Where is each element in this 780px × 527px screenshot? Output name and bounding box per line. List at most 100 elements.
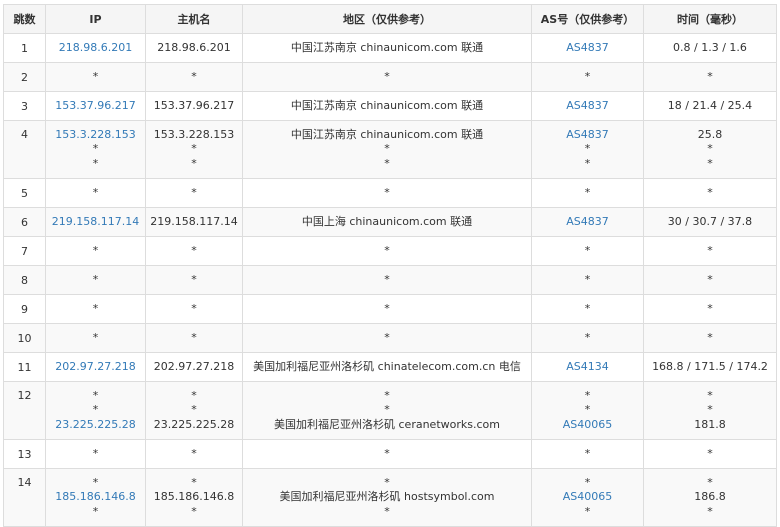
table-row: 10 * * * * *	[3, 323, 777, 353]
region-lines: *	[243, 302, 531, 316]
time-cell: *	[643, 265, 777, 295]
ip-cell: *	[45, 439, 146, 469]
hostname-text: *	[191, 69, 197, 83]
as-number-link[interactable]: AS4837	[566, 215, 609, 229]
hop-cell: 12	[3, 381, 46, 440]
hostname-text: *	[191, 243, 197, 257]
hostname-text: 185.186.146.8	[153, 490, 235, 504]
table-row: 14 * 185.186.146.8 * * 185.186.146.8 * * 美国加利福尼亚…	[3, 468, 777, 527]
as-number-link[interactable]: AS4837	[566, 128, 609, 142]
time-text: *	[707, 389, 713, 403]
hop-number: 8	[21, 273, 28, 287]
as-number-lines: *	[532, 186, 643, 200]
as-number-lines: *	[532, 302, 643, 316]
region-lines: *	[243, 186, 531, 200]
ip-lines: * * 23.225.225.28	[46, 389, 145, 432]
ip-link[interactable]: 23.225.225.28	[55, 418, 135, 432]
time-cell: *	[643, 62, 777, 92]
as-number-cell: * AS40065 *	[531, 468, 644, 527]
time-lines: *	[644, 302, 776, 316]
ip-lines: 202.97.27.218	[46, 360, 145, 374]
time-text: 181.8	[694, 417, 726, 431]
time-cell: *	[643, 294, 777, 324]
as-number-link[interactable]: AS4837	[566, 99, 609, 113]
as-number-link[interactable]: AS40065	[563, 418, 613, 432]
region-lines: 美国加利福尼亚州洛杉矶 chinatelecom.com.cn 电信	[243, 360, 531, 374]
header-as: AS号（仅供参考）	[531, 4, 644, 34]
as-number-text: *	[584, 69, 591, 83]
region-text: *	[384, 403, 390, 417]
ip-cell: * * 23.225.225.28	[45, 381, 146, 440]
ip-link[interactable]: 185.186.146.8	[55, 490, 135, 504]
hostname-lines: *	[146, 70, 242, 84]
as-number-lines: *	[532, 70, 643, 84]
hostname-text: 23.225.225.28	[153, 417, 235, 431]
region-cell: 中国江苏南京 chinaunicom.com 联通	[242, 91, 532, 121]
as-number-cell: AS4837	[531, 33, 644, 63]
hostname-cell: *	[145, 236, 243, 266]
region-cell: *	[242, 265, 532, 295]
hostname-cell: *	[145, 439, 243, 469]
table-row: 1 218.98.6.201 218.98.6.201 中国江苏南京 chinauni…	[3, 33, 777, 63]
time-lines: *	[644, 447, 776, 461]
time-lines: *	[644, 70, 776, 84]
as-number-text: *	[584, 301, 591, 315]
hostname-cell: *	[145, 294, 243, 324]
hostname-text: *	[191, 476, 197, 490]
time-cell: *	[643, 439, 777, 469]
region-cell: * 美国加利福尼亚州洛杉矶 hostsymbol.com *	[242, 468, 532, 527]
hostname-text: 153.37.96.217	[153, 98, 235, 112]
time-lines: * 186.8 *	[644, 476, 776, 519]
as-number-lines: AS4837	[532, 99, 643, 113]
table-row: 11 202.97.27.218 202.97.27.218 美国加利福尼亚州洛杉矶 …	[3, 352, 777, 382]
region-lines: 中国江苏南京 chinaunicom.com 联通 * *	[243, 128, 531, 171]
hop-number: 1	[21, 41, 28, 55]
ip-link[interactable]: 219.158.117.14	[52, 215, 139, 229]
as-number-link[interactable]: AS4134	[566, 360, 609, 374]
hop-cell: 5	[3, 178, 46, 208]
as-number-cell: *	[531, 62, 644, 92]
ip-link[interactable]: 153.3.228.153	[55, 128, 135, 142]
ip-cell: 202.97.27.218	[45, 352, 146, 382]
hostname-lines: * * 23.225.225.28	[146, 389, 242, 432]
region-text: 美国加利福尼亚州洛杉矶 chinatelecom.com.cn 电信	[253, 359, 521, 373]
as-number-cell: AS4837	[531, 91, 644, 121]
hostname-text: 202.97.27.218	[153, 359, 235, 373]
as-number-text: *	[584, 185, 591, 199]
hop-number: 3	[21, 99, 28, 113]
time-text: 168.8 / 171.5 / 174.2	[652, 359, 768, 373]
time-cell: 18 / 21.4 / 25.4	[643, 91, 777, 121]
as-number-link[interactable]: AS40065	[563, 490, 613, 504]
ip-lines: *	[46, 447, 145, 461]
hostname-lines: *	[146, 244, 242, 258]
table-header-row: 跳数 IP 主机名 地区（仅供参考） AS号（仅供参考） 时间（毫秒）	[3, 4, 777, 34]
hop-number: 6	[21, 215, 28, 229]
table-row: 9 * * * * *	[3, 294, 777, 324]
region-cell: * * 美国加利福尼亚州洛杉矶 ceranetworks.com	[242, 381, 532, 440]
as-number-link[interactable]: AS4837	[566, 41, 609, 55]
header-hop: 跳数	[3, 4, 46, 34]
ip-lines: 218.98.6.201	[46, 41, 145, 55]
as-number-text: *	[584, 504, 591, 518]
time-text: 18 / 21.4 / 25.4	[667, 98, 753, 112]
ip-link[interactable]: 153.37.96.217	[55, 99, 135, 113]
time-cell: 0.8 / 1.3 / 1.6	[643, 33, 777, 63]
region-cell: *	[242, 178, 532, 208]
region-text: 美国加利福尼亚州洛杉矶 ceranetworks.com	[274, 417, 500, 431]
hostname-lines: *	[146, 186, 242, 200]
ip-text: *	[92, 156, 99, 170]
ip-text: *	[92, 185, 99, 199]
time-lines: 25.8 * *	[644, 128, 776, 171]
ip-cell: * 185.186.146.8 *	[45, 468, 146, 527]
table-row: 5 * * * * *	[3, 178, 777, 208]
time-text: *	[707, 142, 713, 156]
traceroute-table: 跳数 IP 主机名 地区（仅供参考） AS号（仅供参考） 时间（毫秒） 1 218…	[3, 4, 777, 527]
ip-link[interactable]: 202.97.27.218	[55, 360, 135, 374]
ip-link[interactable]: 218.98.6.201	[59, 41, 132, 55]
region-text: *	[384, 301, 390, 315]
hop-cell: 11	[3, 352, 46, 382]
header-ip: IP	[45, 4, 146, 34]
hostname-lines: 153.3.228.153 * *	[146, 128, 242, 171]
header-time: 时间（毫秒）	[643, 4, 777, 34]
region-text: *	[384, 272, 390, 286]
